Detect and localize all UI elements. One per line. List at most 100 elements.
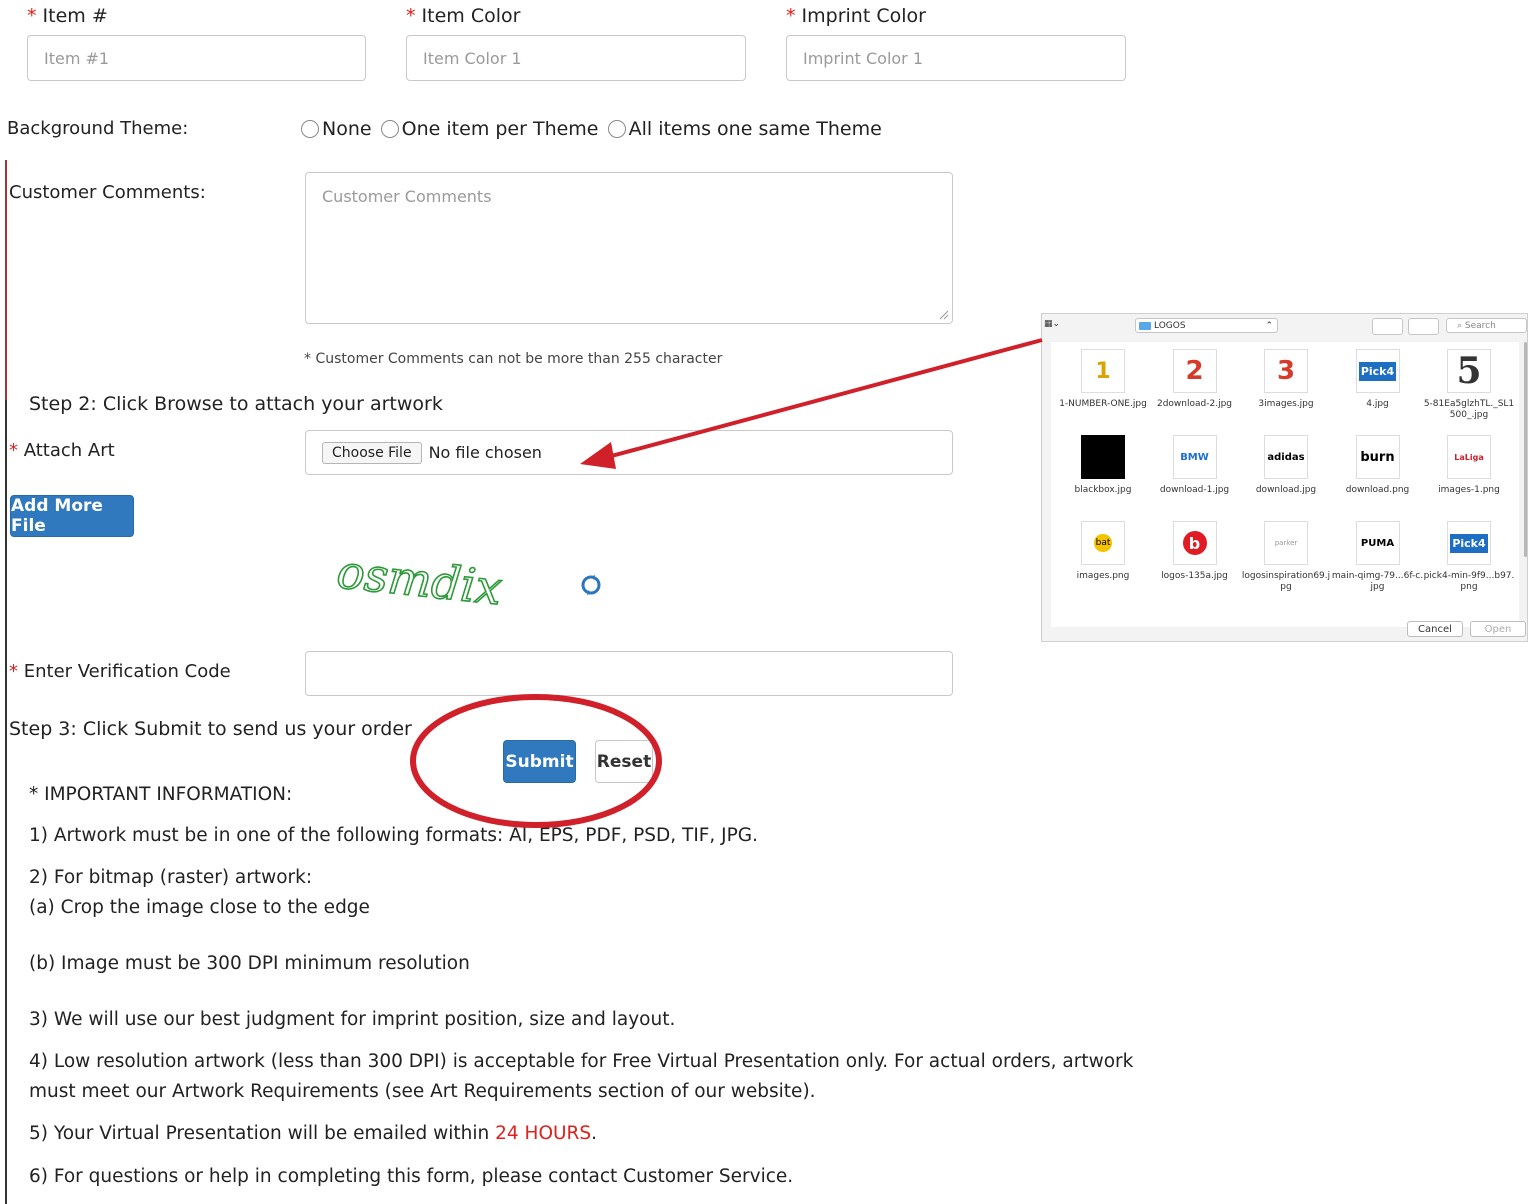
- file-picker-dialog: ▦⌄ LOGOS ⌃ ⌕ Search 1 1-NUMBER-ONE.jpg 2 2d…: [1041, 313, 1528, 642]
- file-item[interactable]: adidas download.jpg: [1240, 435, 1332, 496]
- submit-button[interactable]: Submit: [503, 740, 576, 783]
- choose-file-button[interactable]: Choose File: [322, 441, 422, 464]
- customer-comments-placeholder: Customer Comments: [322, 187, 492, 206]
- reset-button[interactable]: Reset: [595, 740, 653, 783]
- file-item[interactable]: PUMA main-qimg-79...6f-c.jpg: [1332, 521, 1424, 593]
- file-name: images-1.png: [1438, 485, 1500, 495]
- file-name: download.jpg: [1255, 485, 1317, 495]
- file-thumbnail: bat: [1081, 521, 1125, 565]
- radio-icon[interactable]: [607, 120, 626, 138]
- file-item[interactable]: Pick4 pick4-min-9f9...b97.png: [1423, 521, 1515, 593]
- file-item[interactable]: 2 2download-2.jpg: [1149, 349, 1241, 410]
- file-thumbnail-glyph: adidas: [1267, 451, 1305, 463]
- info-line-1: 1) Artwork must be in one of the followi…: [29, 825, 759, 846]
- file-thumbnail: Pick4: [1355, 349, 1400, 393]
- file-item[interactable]: parker logosinspiration69.jpg: [1240, 521, 1332, 593]
- folder-icon: [1139, 321, 1151, 330]
- file-thumbnail-glyph: 5: [1456, 350, 1482, 392]
- view-mode-icon[interactable]: ▦⌄: [1044, 319, 1060, 329]
- file-item[interactable]: b logos-135a.jpg: [1149, 521, 1241, 582]
- verification-code-label: * Enter Verification Code: [9, 661, 231, 682]
- file-item[interactable]: burn download.png: [1332, 435, 1424, 496]
- left-border-line: [5, 160, 7, 400]
- file-thumbnail-glyph: b: [1182, 531, 1207, 555]
- file-thumbnail-glyph: 2: [1185, 356, 1204, 386]
- file-thumbnail: b: [1172, 521, 1217, 565]
- info-line-2: 2) For bitmap (raster) artwork:: [29, 867, 313, 888]
- dialog-toolbar: ▦⌄ LOGOS ⌃ ⌕ Search: [1042, 314, 1527, 338]
- file-name: logosinspiration69.jpg: [1241, 571, 1331, 592]
- file-thumbnail-glyph: BMW: [1180, 451, 1209, 463]
- item-color-placeholder: Item Color 1: [423, 48, 522, 68]
- file-name: pick4-min-9f9...b97.png: [1423, 571, 1515, 592]
- search-icon: ⌕: [1457, 320, 1465, 331]
- folder-name: LOGOS: [1154, 320, 1186, 331]
- file-thumbnail: [1081, 435, 1125, 479]
- verification-code-input[interactable]: [305, 651, 953, 696]
- file-name: download.png: [1345, 485, 1410, 495]
- file-thumbnail-glyph: Pick4: [1358, 361, 1397, 381]
- share-button[interactable]: [1372, 318, 1403, 335]
- file-item[interactable]: 3 3images.jpg: [1240, 349, 1332, 410]
- file-item[interactable]: LaLiga images-1.png: [1423, 435, 1515, 496]
- theme-option-none[interactable]: None: [301, 118, 372, 140]
- imprint-color-input[interactable]: Imprint Color 1: [786, 35, 1126, 81]
- file-name: main-qimg-79...6f-c.jpg: [1331, 571, 1424, 592]
- info-line-2a: (a) Crop the image close to the edge: [29, 897, 370, 918]
- dialog-open-button[interactable]: Open: [1470, 621, 1526, 637]
- dialog-cancel-button[interactable]: Cancel: [1407, 621, 1463, 637]
- file-thumbnail-glyph: burn: [1360, 449, 1395, 465]
- customer-comments-textarea[interactable]: Customer Comments: [305, 172, 953, 324]
- item-color-input[interactable]: Item Color 1: [406, 35, 746, 81]
- search-field[interactable]: ⌕ Search: [1446, 318, 1527, 333]
- file-name: 5-81Ea5glzhTL._SL1500_.jpg: [1423, 399, 1515, 420]
- dialog-scrollbar[interactable]: [1524, 342, 1527, 557]
- file-name: blackbox.jpg: [1074, 485, 1132, 495]
- radio-icon[interactable]: [380, 120, 399, 138]
- file-name: 3images.jpg: [1258, 399, 1314, 409]
- file-thumbnail: 1: [1081, 349, 1125, 393]
- theme-option-all-same-theme[interactable]: All items one same Theme: [607, 118, 882, 140]
- file-item[interactable]: bat images.png: [1057, 521, 1149, 582]
- radio-icon[interactable]: [301, 120, 319, 138]
- file-thumbnail-glyph: 3: [1276, 356, 1296, 386]
- info-line-2b: (b) Image must be 300 DPI minimum resolu…: [29, 953, 470, 974]
- comments-limit-note: * Customer Comments can not be more than…: [304, 351, 723, 367]
- file-thumbnail: parker: [1264, 521, 1308, 565]
- file-thumbnail: 5: [1447, 349, 1491, 393]
- file-grid: 1 1-NUMBER-ONE.jpg 2 2download-2.jpg 3 3image…: [1051, 342, 1519, 627]
- file-item[interactable]: 1 1-NUMBER-ONE.jpg: [1057, 349, 1149, 410]
- step3-title: Step 3: Click Submit to send us your ord…: [9, 718, 412, 740]
- file-item[interactable]: 5 5-81Ea5glzhTL._SL1500_.jpg: [1423, 349, 1515, 421]
- add-more-file-button[interactable]: Add More File: [10, 495, 134, 537]
- step2-title: Step 2: Click Browse to attach your artw…: [29, 393, 443, 415]
- file-item[interactable]: BMW download-1.jpg: [1149, 435, 1241, 496]
- resize-handle-icon[interactable]: [939, 310, 949, 320]
- customer-comments-label: Customer Comments:: [9, 182, 206, 203]
- no-file-chosen-text: No file chosen: [428, 443, 542, 462]
- attach-art-label: * Attach Art: [9, 440, 115, 461]
- item-number-label: * Item #: [27, 5, 108, 27]
- theme-option-one-per-theme[interactable]: One item per Theme: [380, 118, 599, 140]
- file-thumbnail-glyph: 1: [1095, 358, 1111, 384]
- file-item[interactable]: Pick4 4.jpg: [1332, 349, 1424, 410]
- file-thumbnail-glyph: parker: [1274, 539, 1298, 547]
- info-line-3: 3) We will use our best judgment for imp…: [29, 1009, 676, 1030]
- folder-selector[interactable]: LOGOS ⌃: [1135, 318, 1278, 333]
- turnaround-highlight: 24 HOURS: [495, 1123, 592, 1144]
- left-border-line-lower: [5, 400, 7, 1204]
- info-line-6: 6) For questions or help in completing t…: [29, 1166, 794, 1187]
- attach-art-file-input[interactable]: Choose File No file chosen: [305, 430, 953, 475]
- file-thumbnail: Pick4: [1447, 521, 1491, 565]
- refresh-captcha-icon[interactable]: [580, 574, 602, 596]
- info-line-4a: 4) Low resolution artwork (less than 300…: [29, 1051, 1134, 1072]
- file-thumbnail-glyph: Pick4: [1450, 533, 1488, 553]
- file-item[interactable]: blackbox.jpg: [1057, 435, 1149, 496]
- info-line-4b: must meet our Artwork Requirements (see …: [29, 1081, 816, 1102]
- chevron-updown-icon: ⌃: [1265, 320, 1273, 331]
- file-name: download-1.jpg: [1159, 485, 1230, 495]
- item-number-input[interactable]: Item #1: [27, 35, 366, 81]
- important-info-heading: * IMPORTANT INFORMATION:: [29, 784, 293, 805]
- item-number-placeholder: Item #1: [44, 48, 110, 68]
- tag-button[interactable]: [1408, 318, 1439, 335]
